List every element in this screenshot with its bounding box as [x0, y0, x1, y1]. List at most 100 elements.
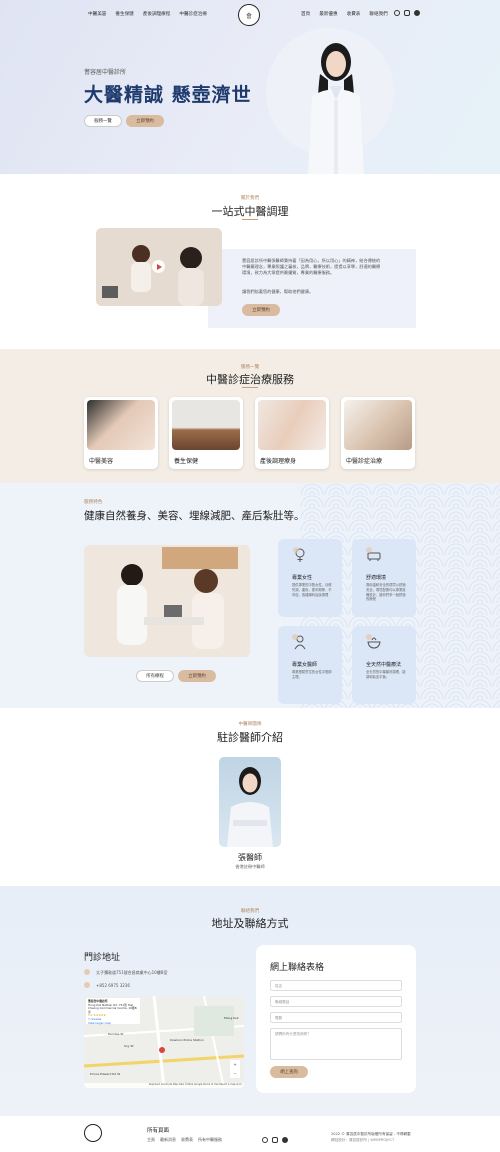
service-image	[258, 400, 326, 450]
footer-links: 主頁 最新消息 收費表 所有中醫服務	[147, 1137, 222, 1143]
book-button[interactable]: 立即預約	[126, 115, 164, 127]
location-pin-icon	[84, 969, 90, 975]
hero-section: 中醫美容 養生保健 產後調理療程 中醫診症治療 會 首頁 最新優惠 收費表 聯絡…	[0, 0, 500, 174]
service-card-beauty[interactable]: 中醫美容	[84, 397, 158, 469]
service-label: 中醫診症治療	[346, 458, 383, 465]
about-label: 關於我們	[240, 196, 260, 201]
feature-title: 專業女醫師	[292, 662, 318, 668]
logo[interactable]: 會	[238, 4, 260, 26]
doctor-label: 中醫師團隊	[238, 722, 262, 727]
service-label: 養生保健	[174, 458, 199, 465]
nav-item-postnatal[interactable]: 產後調理療程	[143, 11, 171, 17]
play-icon[interactable]	[152, 260, 165, 273]
service-label: 中醫美容	[89, 458, 114, 465]
doctor-photo	[219, 757, 281, 847]
feature-card-doctor: 專業女醫師 專業經驗豐富的女性中醫師主理。	[278, 626, 342, 704]
about-book-button[interactable]: 立即預約	[242, 304, 280, 316]
service-card-treatment[interactable]: 中醫診症治療	[341, 397, 415, 469]
nav-item-treatment[interactable]: 中醫診症治療	[179, 11, 207, 17]
footer-social	[262, 1137, 288, 1143]
doctor-role: 香港註冊中醫師	[235, 864, 265, 869]
service-image	[344, 400, 412, 450]
instagram-icon[interactable]	[404, 10, 410, 16]
nav-item-home[interactable]: 首頁	[301, 11, 310, 17]
about-tagline: 讓我們陪著您的健康，幫助他們健康。	[242, 289, 314, 294]
doctor-title: 駐診醫師介紹	[217, 731, 283, 744]
footer: 所有頁面 主頁 最新消息 收費表 所有中醫服務 2022 © 蓍容居中醫診所版權…	[0, 1116, 500, 1152]
doctor-illustration	[227, 767, 273, 847]
footer-link-services[interactable]: 所有中醫服務	[198, 1137, 222, 1143]
features-title: 健康自然養身、美容、埋線減肥、產后紮肚等。	[84, 510, 305, 522]
female-health-icon	[293, 547, 305, 562]
map-street-label: Mong Kok	[224, 1016, 239, 1020]
feature-card-environment: 舒適環境 專用溫和安全的環境以舒適安全。環境配置均以專業設備設計，讓你們享一個舒…	[352, 539, 416, 617]
form-title: 網上聯絡表格	[270, 963, 325, 973]
clinic-address: 太子彌敦道751號合昌商業中心10樓B室	[96, 970, 168, 975]
doctor-icon	[292, 634, 306, 650]
phone-field[interactable]: 聯絡電話	[270, 996, 402, 1007]
nav-item-offers[interactable]: 最新優惠	[319, 11, 337, 17]
service-image	[172, 400, 240, 450]
feature-desc: 專業經驗豐富的女性中醫師主理。	[292, 670, 332, 679]
nav-item-contact[interactable]: 聯絡我們	[369, 11, 387, 17]
footer-link-news[interactable]: 最新消息	[160, 1137, 176, 1143]
nav-item-health[interactable]: 養生保健	[115, 11, 133, 17]
map-larger-link[interactable]: View larger map	[88, 1021, 138, 1026]
feature-title: 專業女性	[292, 575, 313, 581]
message-field[interactable]: 請問你有什麼查詢呢？	[270, 1028, 402, 1060]
herbal-bowl-icon	[366, 634, 381, 649]
logo-text: 會	[245, 12, 252, 20]
sofa-icon	[366, 547, 381, 561]
footer-pages-title: 所有頁面	[147, 1128, 170, 1134]
clinic-phone[interactable]: +852 6975 3236	[96, 983, 130, 988]
consultation-photo	[84, 545, 250, 657]
whatsapp-icon[interactable]	[262, 1137, 268, 1143]
footer-link-pricing[interactable]: 收費表	[181, 1137, 193, 1143]
facebook-icon[interactable]	[414, 10, 420, 16]
about-video-thumbnail[interactable]	[96, 228, 222, 306]
feature-card-natural: 全天然中醫療法 全天然的中藥藥材調理，能調和氣血平衡。	[352, 626, 416, 704]
contact-title: 地址及聯絡方式	[211, 917, 289, 930]
title-underline	[242, 387, 258, 388]
map-zoom-controls[interactable]: + −	[230, 1060, 240, 1078]
map-street-label: Dundas St	[108, 1032, 124, 1036]
about-title: 一站式中醫調理	[211, 205, 289, 218]
nav-item-pricing[interactable]: 收費表	[347, 11, 361, 17]
feature-desc: 全天然的中藥藥材調理，能調和氣血平衡。	[366, 670, 406, 679]
email-field[interactable]: 電郵	[270, 1012, 402, 1023]
name-field[interactable]: 姓名	[270, 980, 402, 991]
whatsapp-icon[interactable]	[394, 10, 400, 16]
about-description: 蓍容居診所中醫張醫師秉持著「因為用心，所以用心」的精神，結合傳統的中醫藥理念，專…	[242, 258, 381, 276]
consultation-illustration	[84, 545, 250, 657]
nav-item-beauty[interactable]: 中醫美容	[88, 11, 106, 17]
feature-title: 舒適環境	[366, 575, 387, 581]
services-label: 服務一覽	[240, 365, 260, 370]
nav-right: 首頁 最新優惠 收費表 聯絡我們	[301, 11, 388, 17]
hero-title: 大醫精誠 懸壺濟世	[84, 84, 252, 106]
service-label: 產後調理療身	[260, 458, 297, 465]
map-info-card: 蓍容居中醫診所 Hong Kok Nathan Rd, 751號 Hop Che…	[86, 998, 140, 1024]
services-button[interactable]: 服務一覽	[84, 115, 122, 127]
features-book-button[interactable]: 立即預約	[178, 670, 216, 682]
submit-button[interactable]: 網上查詢	[270, 1066, 308, 1078]
clinic-heading: 門診地址	[84, 953, 121, 963]
footer-copyright: 2022 © 蓍容居中醫診所版權所有保留 - 不得轉載	[331, 1132, 411, 1136]
features-label: 服務特色	[84, 500, 103, 505]
map-street-label: Prince Edward Rd W	[90, 1072, 121, 1076]
facebook-icon[interactable]	[282, 1137, 288, 1143]
social-links	[394, 10, 420, 16]
feature-title: 全天然中醫療法	[366, 662, 402, 668]
instagram-icon[interactable]	[272, 1137, 278, 1143]
all-treatments-button[interactable]: 所有療程	[136, 670, 174, 682]
service-card-health[interactable]: 養生保健	[169, 397, 243, 469]
service-card-postnatal[interactable]: 產後調理療身	[255, 397, 329, 469]
footer-link-home[interactable]: 主頁	[147, 1137, 155, 1143]
doctor-name: 張醫師	[238, 853, 262, 862]
map-credit: Keyboard shortcuts Map data ©2022 Google…	[84, 1083, 244, 1088]
google-map[interactable]: 蓍容居中醫診所 Hong Kok Nathan Rd, 751號 Hop Che…	[84, 996, 244, 1088]
feature-card-women: 專業女性 提供專業的中醫女性，月經失調，產後，更年期等，不孕症，各種婦科症狀調理	[278, 539, 342, 617]
title-underline	[242, 219, 258, 220]
hero-subtitle: 蓍容居中醫診所	[84, 69, 127, 76]
footer-logo[interactable]	[84, 1124, 102, 1142]
phone-icon	[84, 982, 90, 988]
